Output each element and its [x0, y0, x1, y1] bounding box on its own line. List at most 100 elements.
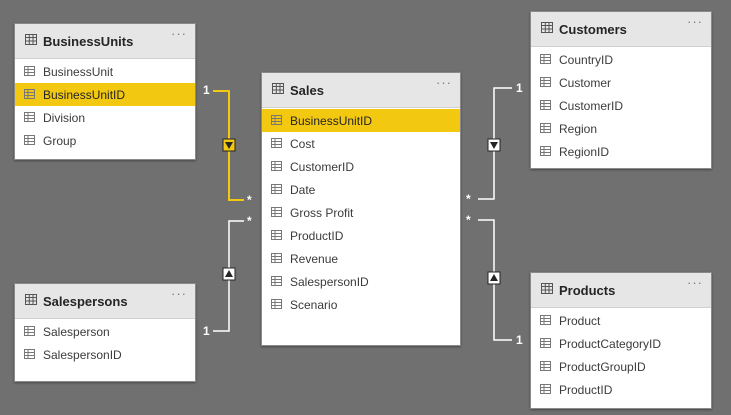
column-icon: [540, 122, 551, 136]
field-label: CustomerID: [559, 98, 624, 113]
field-label: Revenue: [290, 251, 339, 266]
column-icon: [24, 65, 35, 79]
field-list: BusinessUnitID Cost CustomerID Date Gross Pr…: [262, 108, 460, 316]
field-row[interactable]: ProductGroupID: [531, 355, 711, 378]
field-row[interactable]: CustomerID: [262, 155, 460, 178]
field-row[interactable]: Division: [15, 106, 195, 129]
column-icon: [540, 314, 551, 328]
field-row[interactable]: Salesperson: [15, 320, 195, 343]
table-header[interactable]: Sales ···: [262, 73, 460, 108]
field-row[interactable]: CustomerID: [531, 94, 711, 117]
column-icon: [24, 111, 35, 125]
table-icon: [25, 32, 37, 50]
column-icon: [271, 160, 282, 174]
field-label: Division: [43, 110, 86, 125]
field-row[interactable]: Group: [15, 129, 195, 152]
table-card-products[interactable]: Products ··· Product ProductCategoryID Produ…: [530, 272, 712, 409]
field-row[interactable]: Region: [531, 117, 711, 140]
cardinality-many-label: *: [247, 193, 252, 207]
cardinality-one-label: 1: [203, 83, 210, 97]
column-icon: [540, 53, 551, 67]
field-label: BusinessUnitID: [290, 113, 373, 128]
field-label: BusinessUnit: [43, 64, 114, 79]
field-row[interactable]: ProductCategoryID: [531, 332, 711, 355]
field-label: Gross Profit: [290, 205, 354, 220]
column-icon: [540, 360, 551, 374]
table-icon: [541, 281, 553, 299]
table-icon: [25, 292, 37, 310]
column-icon: [24, 325, 35, 339]
field-label: SalespersonID: [43, 347, 122, 362]
column-icon: [271, 252, 282, 266]
cardinality-many-label: *: [466, 213, 471, 227]
field-list: Product ProductCategoryID ProductGroupID Pr…: [531, 308, 711, 401]
field-label: ProductID: [559, 382, 613, 397]
field-row[interactable]: ProductID: [531, 378, 711, 401]
column-icon: [24, 88, 35, 102]
column-icon: [540, 145, 551, 159]
cardinality-many-label: *: [247, 214, 252, 228]
table-title: BusinessUnits: [43, 33, 134, 49]
field-label: Date: [290, 182, 316, 197]
more-options-icon[interactable]: ···: [687, 15, 703, 28]
field-row[interactable]: BusinessUnit: [15, 60, 195, 83]
field-list: CountryID Customer CustomerID Region RegionI…: [531, 47, 711, 163]
field-row[interactable]: SalespersonID: [15, 343, 195, 366]
column-icon: [540, 383, 551, 397]
filter-direction-up-icon[interactable]: [222, 267, 236, 281]
field-row[interactable]: RegionID: [531, 140, 711, 163]
field-label: BusinessUnitID: [43, 87, 126, 102]
field-label: ProductGroupID: [559, 359, 646, 374]
column-icon: [271, 298, 282, 312]
field-row[interactable]: Gross Profit: [262, 201, 460, 224]
field-row[interactable]: Date: [262, 178, 460, 201]
cardinality-one-label: 1: [516, 333, 523, 347]
column-icon: [540, 76, 551, 90]
field-row[interactable]: Customer: [531, 71, 711, 94]
table-card-businessunits[interactable]: BusinessUnits ··· BusinessUnit BusinessUnit…: [14, 23, 196, 160]
table-header[interactable]: BusinessUnits ···: [15, 24, 195, 59]
column-icon: [271, 137, 282, 151]
table-title: Products: [559, 282, 616, 298]
table-card-customers[interactable]: Customers ··· CountryID Customer CustomerID R…: [530, 11, 712, 169]
field-row[interactable]: Product: [531, 309, 711, 332]
column-icon: [271, 275, 282, 289]
filter-direction-down-icon[interactable]: [487, 138, 501, 152]
column-icon: [271, 183, 282, 197]
filter-direction-down-icon[interactable]: [222, 138, 236, 152]
field-row[interactable]: Scenario: [262, 293, 460, 316]
more-options-icon[interactable]: ···: [687, 276, 703, 289]
more-options-icon[interactable]: ···: [436, 76, 452, 89]
table-card-sales[interactable]: Sales ··· BusinessUnitID Cost CustomerID Date…: [261, 72, 461, 346]
field-row[interactable]: Cost: [262, 132, 460, 155]
field-label: Region: [559, 121, 598, 136]
column-icon: [24, 134, 35, 148]
field-row[interactable]: SalespersonID: [262, 270, 460, 293]
field-row[interactable]: BusinessUnitID: [262, 109, 460, 132]
table-card-salespersons[interactable]: Salespersons ··· Salesperson SalespersonID: [14, 283, 196, 382]
field-label: RegionID: [559, 144, 610, 159]
table-header[interactable]: Products ···: [531, 273, 711, 308]
table-icon: [272, 81, 284, 99]
table-title: Customers: [559, 21, 627, 37]
field-row[interactable]: CountryID: [531, 48, 711, 71]
field-label: Scenario: [290, 297, 338, 312]
field-label: CustomerID: [290, 159, 355, 174]
field-row[interactable]: ProductID: [262, 224, 460, 247]
field-list: BusinessUnit BusinessUnitID Division Group: [15, 59, 195, 152]
column-icon: [271, 114, 282, 128]
table-icon: [541, 20, 553, 38]
column-icon: [271, 229, 282, 243]
table-header[interactable]: Salespersons ···: [15, 284, 195, 319]
filter-direction-up-icon[interactable]: [487, 271, 501, 285]
field-label: Salesperson: [43, 324, 110, 339]
table-header[interactable]: Customers ···: [531, 12, 711, 47]
field-label: ProductID: [290, 228, 344, 243]
field-label: Cost: [290, 136, 315, 151]
field-row[interactable]: BusinessUnitID: [15, 83, 195, 106]
table-title: Salespersons: [43, 293, 128, 309]
more-options-icon[interactable]: ···: [171, 287, 187, 300]
field-row[interactable]: Revenue: [262, 247, 460, 270]
field-label: Group: [43, 133, 77, 148]
more-options-icon[interactable]: ···: [171, 27, 187, 40]
